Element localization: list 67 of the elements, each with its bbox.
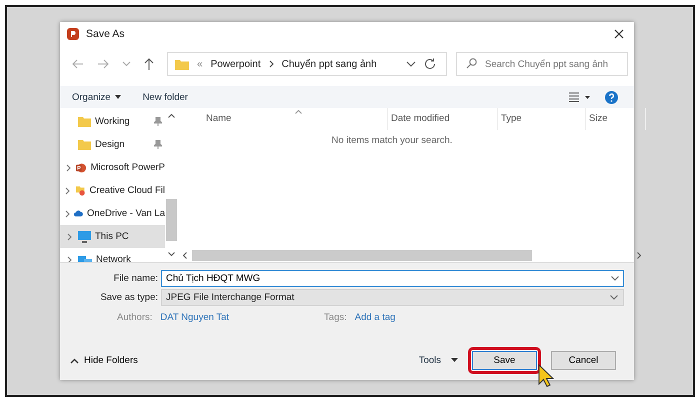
empty-message: No items match your search.	[332, 135, 452, 146]
file-name-field[interactable]: Chủ Tịch HĐQT MWG	[161, 270, 624, 286]
sort-caret-icon	[295, 110, 302, 114]
sidebar-item[interactable]: Design	[60, 133, 165, 156]
breadcrumb[interactable]: Powerpoint	[210, 58, 261, 70]
new-folder-button[interactable]: New folder	[138, 92, 192, 102]
chevron-down-icon[interactable]	[406, 61, 416, 67]
close-icon[interactable]	[614, 29, 624, 39]
pin-icon	[154, 117, 162, 126]
chevron-right-icon[interactable]	[65, 186, 70, 194]
scroll-right-icon[interactable]	[637, 252, 642, 259]
window-title: Save As	[86, 28, 125, 40]
up-arrow-icon[interactable]	[144, 58, 154, 70]
refresh-icon[interactable]	[424, 58, 436, 70]
scroll-left-icon[interactable]	[182, 252, 187, 259]
sidebar-item[interactable]: Working	[60, 110, 165, 133]
tools-menu[interactable]: Tools	[414, 355, 462, 366]
app-icon	[66, 27, 80, 41]
scroll-up-icon[interactable]	[168, 113, 175, 118]
pin-icon	[154, 140, 162, 149]
chevron-right-icon	[268, 60, 274, 68]
chevron-down-icon[interactable]	[611, 276, 619, 280]
sidebar-item[interactable]: This PC	[60, 225, 165, 248]
search-icon	[466, 58, 477, 69]
column-header[interactable]: Type	[498, 108, 586, 130]
view-options-icon[interactable]	[569, 92, 591, 102]
sidebar-item[interactable]: Creative Cloud Fil	[60, 179, 165, 202]
mouse-pointer-icon	[538, 364, 554, 388]
metadata-label: Authors:	[117, 312, 152, 323]
scroll-down-icon[interactable]	[168, 252, 175, 257]
sidebar-item[interactable]: OneDrive - Van La	[60, 202, 165, 225]
cloud-icon	[74, 209, 84, 218]
scrollbar-thumb[interactable]	[166, 199, 177, 241]
chevron-right-icon[interactable]	[66, 232, 72, 240]
column-header[interactable]: Name	[203, 108, 388, 130]
folder-icon	[175, 58, 189, 70]
field-label: File name:	[112, 272, 159, 284]
metadata-value-link[interactable]: Add a tag	[354, 312, 396, 323]
sidebar-item[interactable]: Microsoft PowerP	[60, 156, 165, 179]
organize-menu[interactable]: Organize	[68, 92, 125, 102]
address-bar[interactable]: « Powerpoint Chuyển ppt sang ảnh	[167, 52, 447, 76]
presentation-app-icon	[76, 162, 87, 174]
field-label: Save as type:	[99, 292, 159, 302]
search-field[interactable]: Search Chuyển ppt sang ảnh	[456, 52, 628, 76]
metadata-value-link[interactable]: DAT Nguyen Tat	[160, 312, 230, 323]
save-button[interactable]: Save	[472, 351, 537, 370]
cancel-button[interactable]: Cancel	[551, 351, 616, 370]
folder-cloud-icon	[76, 184, 86, 196]
caret-down-icon	[451, 358, 458, 362]
metadata-label: Tags:	[324, 312, 347, 323]
chevron-right-icon[interactable]	[66, 256, 72, 262]
file-type-dropdown[interactable]: JPEG File Interchange Format	[161, 288, 624, 306]
monitor-icon	[78, 230, 91, 242]
help-icon[interactable]	[605, 90, 618, 104]
chevron-right-icon[interactable]	[66, 164, 71, 172]
caret-down-icon	[114, 94, 121, 99]
column-header[interactable]: Size	[586, 108, 646, 130]
column-header[interactable]: Date modified	[388, 108, 498, 130]
breadcrumb[interactable]: Chuyển ppt sang ảnh	[282, 58, 377, 70]
folder-icon	[78, 140, 91, 150]
caret-up-icon	[70, 358, 79, 364]
chevron-down-icon	[610, 294, 618, 300]
scrollbar-thumb[interactable]	[192, 250, 532, 261]
folder-icon	[78, 116, 91, 126]
chevron-right-icon[interactable]	[64, 210, 70, 218]
overflow-mark[interactable]: «	[197, 58, 203, 70]
hide-folders-button[interactable]: Hide Folders	[70, 355, 138, 366]
